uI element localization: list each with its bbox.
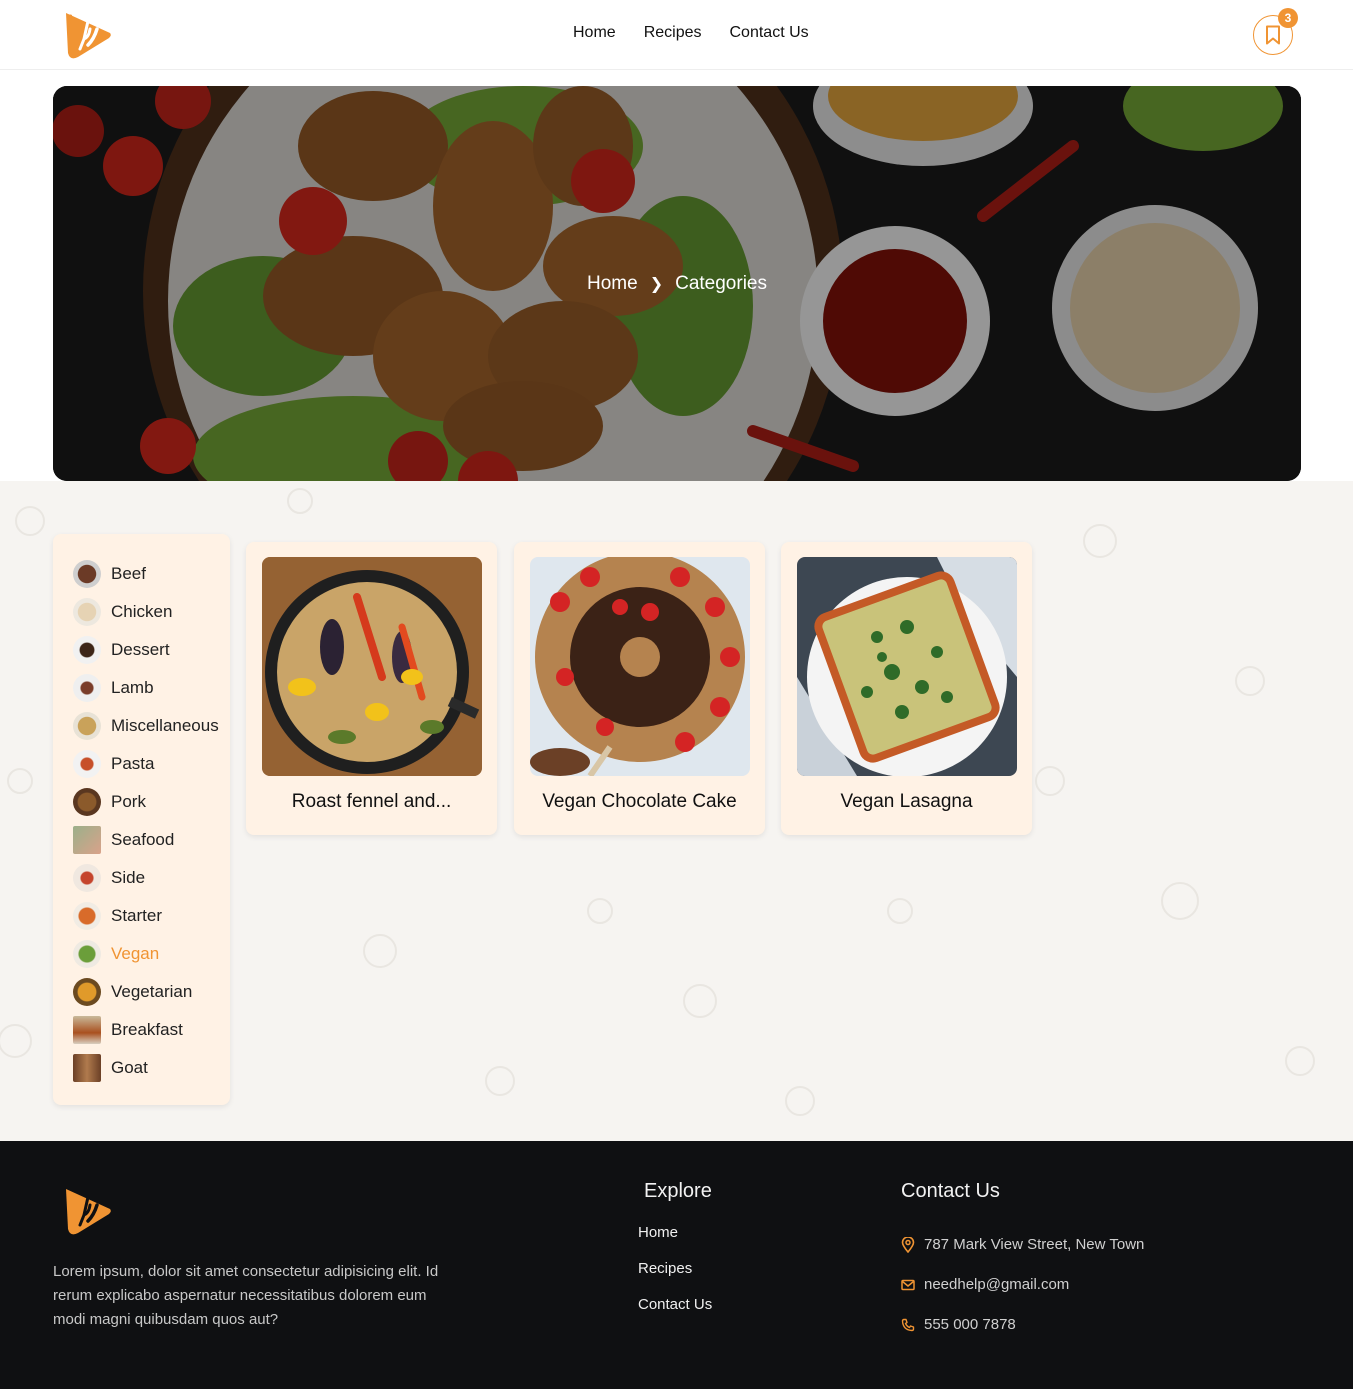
recipe-image — [797, 557, 1017, 776]
category-item-breakfast[interactable]: Breakfast — [53, 1011, 230, 1049]
category-label: Starter — [111, 906, 163, 925]
phone-text: 555 000 7878 — [924, 1316, 1016, 1333]
bookmark-icon — [1266, 25, 1280, 45]
email-text: needhelp@gmail.com — [924, 1276, 1070, 1293]
nav-recipes[interactable]: Recipes — [644, 24, 702, 42]
phone-icon — [901, 1318, 915, 1331]
category-label: Vegan — [111, 944, 160, 963]
contact-address: 787 Mark View Street, New Town — [901, 1236, 1144, 1253]
category-item-beef[interactable]: Beef — [53, 555, 230, 593]
site-footer: Lorem ipsum, dolor sit amet consectetur … — [0, 1141, 1353, 1389]
category-item-chicken[interactable]: Chicken — [53, 593, 230, 631]
explore-links: Home Recipes Contact Us — [638, 1224, 712, 1332]
hero-banner: Home ❯ Categories — [53, 86, 1301, 481]
chevron-right-icon: ❯ — [649, 276, 664, 293]
seafood-thumbnail — [73, 826, 101, 854]
nav-contact-us[interactable]: Contact Us — [730, 24, 809, 42]
category-section: Beef Chicken Dessert Lamb Miscellaneous … — [0, 481, 1353, 1141]
main-nav: Home Recipes Contact Us — [573, 24, 809, 42]
side-thumbnail — [73, 864, 101, 892]
brand-logo[interactable] — [62, 9, 114, 61]
category-label: Chicken — [111, 602, 173, 621]
category-item-pasta[interactable]: Pasta — [53, 745, 230, 783]
mail-icon — [901, 1279, 915, 1290]
category-item-vegetarian[interactable]: Vegetarian — [53, 973, 230, 1011]
category-item-dessert[interactable]: Dessert — [53, 631, 230, 669]
category-item-seafood[interactable]: Seafood — [53, 821, 230, 859]
category-item-starter[interactable]: Starter — [53, 897, 230, 935]
footer-link-home[interactable]: Home — [638, 1224, 712, 1260]
recipe-card[interactable]: Vegan Chocolate Cake — [514, 542, 765, 835]
recipe-title: Vegan Chocolate Cake — [542, 791, 737, 812]
address-text: 787 Mark View Street, New Town — [924, 1236, 1145, 1253]
category-label: Breakfast — [111, 1020, 183, 1039]
bookmark-count-badge: 3 — [1278, 8, 1298, 28]
category-item-goat[interactable]: Goat — [53, 1049, 230, 1087]
lamb-thumbnail — [73, 674, 101, 702]
location-pin-icon — [901, 1236, 915, 1253]
footer-link-recipes[interactable]: Recipes — [638, 1260, 712, 1296]
pork-thumbnail — [73, 788, 101, 816]
contact-email[interactable]: needhelp@gmail.com — [901, 1276, 1069, 1293]
breakfast-thumbnail — [73, 1016, 101, 1044]
breadcrumb-home[interactable]: Home — [587, 273, 638, 295]
category-label: Dessert — [111, 640, 170, 659]
recipe-image — [262, 557, 482, 776]
pasta-thumbnail — [73, 750, 101, 778]
category-label: Beef — [111, 564, 146, 583]
footer-link-contact-us[interactable]: Contact Us — [638, 1296, 712, 1332]
nav-home[interactable]: Home — [573, 24, 616, 42]
category-label: Lamb — [111, 678, 154, 697]
category-label: Side — [111, 868, 146, 887]
category-label: Pasta — [111, 754, 155, 773]
vegetarian-thumbnail — [73, 978, 101, 1006]
category-label: Miscellaneous — [111, 716, 219, 735]
category-label: Pork — [111, 792, 146, 811]
category-item-lamb[interactable]: Lamb — [53, 669, 230, 707]
footer-brand-logo[interactable] — [62, 1185, 114, 1237]
miscellaneous-thumbnail — [73, 712, 101, 740]
contact-heading: Contact Us — [901, 1180, 1000, 1202]
starter-thumbnail — [73, 902, 101, 930]
breadcrumb-current: Categories — [675, 273, 767, 294]
chicken-thumbnail — [73, 598, 101, 626]
footer-description: Lorem ipsum, dolor sit amet consectetur … — [53, 1263, 439, 1328]
category-label: Seafood — [111, 830, 175, 849]
vegan-thumbnail — [73, 940, 101, 968]
category-item-miscellaneous[interactable]: Miscellaneous — [53, 707, 230, 745]
recipe-card[interactable]: Roast fennel and... — [246, 542, 497, 835]
site-header: Home Recipes Contact Us 3 — [0, 0, 1353, 70]
contact-phone[interactable]: 555 000 7878 — [901, 1316, 1016, 1333]
beef-thumbnail — [73, 560, 101, 588]
category-sidebar: Beef Chicken Dessert Lamb Miscellaneous … — [53, 534, 230, 1105]
recipe-title: Roast fennel and... — [291, 791, 452, 812]
category-label: Goat — [111, 1058, 148, 1077]
bookmarks-button[interactable]: 3 — [1253, 8, 1298, 55]
category-item-pork[interactable]: Pork — [53, 783, 230, 821]
recipe-title: Vegan Lasagna — [840, 791, 973, 812]
category-item-vegan[interactable]: Vegan — [53, 935, 230, 973]
category-label: Vegetarian — [111, 982, 193, 1001]
dessert-thumbnail — [73, 636, 101, 664]
category-item-side[interactable]: Side — [53, 859, 230, 897]
explore-heading: Explore — [644, 1180, 712, 1202]
goat-thumbnail — [73, 1054, 101, 1082]
recipe-image — [530, 557, 750, 776]
recipe-card[interactable]: Vegan Lasagna — [781, 542, 1032, 835]
breadcrumb: Home ❯ Categories — [53, 273, 1301, 295]
